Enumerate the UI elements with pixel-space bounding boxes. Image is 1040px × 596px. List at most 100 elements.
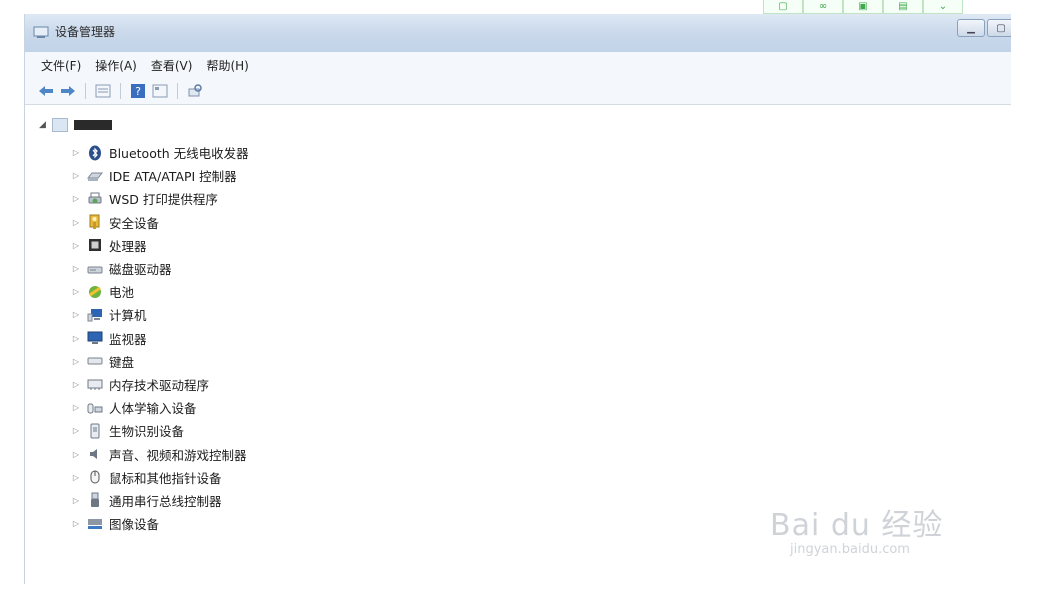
tree-item-label: 人体学输入设备 — [109, 401, 197, 417]
tree-item-imaging[interactable]: ▷ 图像设备 — [71, 512, 249, 535]
minimize-button[interactable]: ▁ — [957, 19, 985, 37]
expand-arrow-icon[interactable]: ▷ — [71, 287, 81, 296]
expand-arrow-icon[interactable]: ▷ — [71, 426, 81, 435]
disk-drive-icon — [87, 261, 103, 277]
expand-arrow-icon[interactable]: ▷ — [71, 171, 81, 180]
tree-item-label: IDE ATA/ATAPI 控制器 — [109, 169, 237, 185]
properties-icon[interactable] — [94, 82, 112, 100]
monitor-icon — [87, 330, 103, 346]
tree-item-ide[interactable]: ▷ IDE ATA/ATAPI 控制器 — [71, 164, 249, 187]
security-device-icon — [87, 214, 103, 230]
forward-arrow-icon[interactable] — [59, 82, 77, 100]
hid-icon — [87, 400, 103, 416]
processor-icon — [87, 237, 103, 253]
tree-item-sound[interactable]: ▷ 声音、视频和游戏控制器 — [71, 442, 249, 465]
view-icon[interactable] — [151, 82, 169, 100]
tree-item-wsd-printer[interactable]: ▷ WSD 打印提供程序 — [71, 187, 249, 210]
tree-item-label: Bluetooth 无线电收发器 — [109, 146, 249, 162]
tree-item-monitor[interactable]: ▷ 监视器 — [71, 327, 249, 350]
menu-bar: 文件(F) 操作(A) 查看(V) 帮助(H) — [25, 52, 1011, 79]
expand-arrow-icon[interactable]: ▷ — [71, 357, 81, 366]
computer-root-icon — [51, 118, 68, 132]
baidu-watermark: Bai du 经验 jingyan.baidu.com — [770, 500, 1010, 580]
toolbar: ? — [25, 78, 1011, 105]
bluetooth-icon — [87, 145, 103, 161]
expand-arrow-icon[interactable]: ▷ — [71, 241, 81, 250]
expand-arrow-icon[interactable]: ▷ — [71, 496, 81, 505]
back-arrow-icon[interactable] — [37, 82, 55, 100]
tree-item-battery[interactable]: ▷ 电池 — [71, 280, 249, 303]
tree-item-computer[interactable]: ▷ 计算机 — [71, 303, 249, 326]
link-icon[interactable]: ∞ — [803, 0, 843, 14]
watermark-url: jingyan.baidu.com — [790, 542, 910, 557]
page-toolbar-icons: ▢ ∞ ▣ ▤ ⌄ — [763, 0, 963, 14]
expand-arrow-icon[interactable]: ▷ — [71, 450, 81, 459]
expand-arrow-icon[interactable]: ▷ — [71, 380, 81, 389]
toolbar-separator — [85, 83, 86, 99]
menu-action[interactable]: 操作(A) — [95, 57, 137, 74]
tree-item-label: 内存技术驱动程序 — [109, 377, 210, 393]
tree-item-hid[interactable]: ▷ 人体学输入设备 — [71, 396, 249, 419]
expand-arrow-icon[interactable]: ▷ — [71, 310, 81, 319]
memory-tech-icon — [87, 376, 103, 392]
watermark-brand: Bai du 经验 — [770, 508, 944, 543]
tree-root[interactable]: ◢ — [39, 117, 112, 133]
tree-item-label: 键盘 — [109, 354, 135, 370]
tree-item-label: 声音、视频和游戏控制器 — [109, 447, 247, 463]
tree-item-mouse[interactable]: ▷ 鼠标和其他指针设备 — [71, 466, 249, 489]
scan-hardware-icon[interactable] — [186, 82, 204, 100]
tree-item-label: 图像设备 — [109, 517, 160, 533]
expand-arrow-icon[interactable]: ▷ — [71, 334, 81, 343]
expand-arrow-icon[interactable]: ▷ — [71, 218, 81, 227]
save-icon[interactable]: ▣ — [843, 0, 883, 14]
category-list: ▷ Bluetooth 无线电收发器 ▷ IDE ATA/ATAPI 控制器 ▷… — [71, 141, 249, 535]
battery-icon — [87, 284, 103, 300]
tree-item-keyboard[interactable]: ▷ 键盘 — [71, 350, 249, 373]
tree-item-processor[interactable]: ▷ 处理器 — [71, 234, 249, 257]
expand-arrow-icon[interactable]: ▷ — [71, 473, 81, 482]
window-title: 设备管理器 — [55, 25, 116, 39]
computer-icon — [87, 307, 103, 323]
ide-controller-icon — [87, 168, 103, 184]
printer-icon — [87, 191, 103, 207]
keyboard-icon — [87, 353, 103, 369]
usb-icon — [87, 492, 103, 508]
tree-item-label: 生物识别设备 — [109, 424, 185, 440]
collapse-caret-icon[interactable]: ◢ — [39, 120, 46, 130]
tree-item-label: 处理器 — [109, 238, 147, 254]
tree-item-label: 磁盘驱动器 — [109, 262, 172, 278]
tree-item-biometric[interactable]: ▷ 生物识别设备 — [71, 419, 249, 442]
tree-item-bluetooth[interactable]: ▷ Bluetooth 无线电收发器 — [71, 141, 249, 164]
tree-item-label: WSD 打印提供程序 — [109, 192, 218, 208]
device-manager-icon — [33, 26, 49, 38]
window-controls: ▁ ▢ — [957, 19, 1011, 37]
device-manager-window: 设备管理器 ▁ ▢ 文件(F) 操作(A) 查看(V) 帮助(H) ? ◢ ▷ … — [24, 14, 1011, 584]
menu-view[interactable]: 查看(V) — [151, 57, 193, 74]
expand-arrow-icon[interactable]: ▷ — [71, 403, 81, 412]
menu-file[interactable]: 文件(F) — [41, 57, 81, 74]
menu-help[interactable]: 帮助(H) — [206, 57, 248, 74]
tree-item-label: 通用串行总线控制器 — [109, 493, 222, 509]
sound-icon — [87, 446, 103, 462]
imaging-device-icon — [87, 516, 103, 532]
tree-item-label: 安全设备 — [109, 215, 160, 231]
tree-item-label: 监视器 — [109, 331, 147, 347]
expand-arrow-icon[interactable]: ▷ — [71, 519, 81, 528]
copy-icon[interactable]: ▤ — [883, 0, 923, 14]
tree-item-label: 鼠标和其他指针设备 — [109, 470, 222, 486]
help-icon[interactable]: ? — [129, 82, 147, 100]
share-icon[interactable]: ▢ — [763, 0, 803, 14]
tree-item-label: 计算机 — [109, 308, 147, 324]
tree-item-disk[interactable]: ▷ 磁盘驱动器 — [71, 257, 249, 280]
expand-arrow-icon[interactable]: ▷ — [71, 264, 81, 273]
tree-item-usb[interactable]: ▷ 通用串行总线控制器 — [71, 489, 249, 512]
toolbar-separator — [120, 83, 121, 99]
more-icon[interactable]: ⌄ — [923, 0, 963, 14]
maximize-button[interactable]: ▢ — [987, 19, 1011, 37]
tree-item-security[interactable]: ▷ 安全设备 — [71, 211, 249, 234]
svg-text:?: ? — [135, 85, 141, 98]
mouse-icon — [87, 469, 103, 485]
tree-item-memory-tech[interactable]: ▷ 内存技术驱动程序 — [71, 373, 249, 396]
expand-arrow-icon[interactable]: ▷ — [71, 194, 81, 203]
expand-arrow-icon[interactable]: ▷ — [71, 148, 81, 157]
